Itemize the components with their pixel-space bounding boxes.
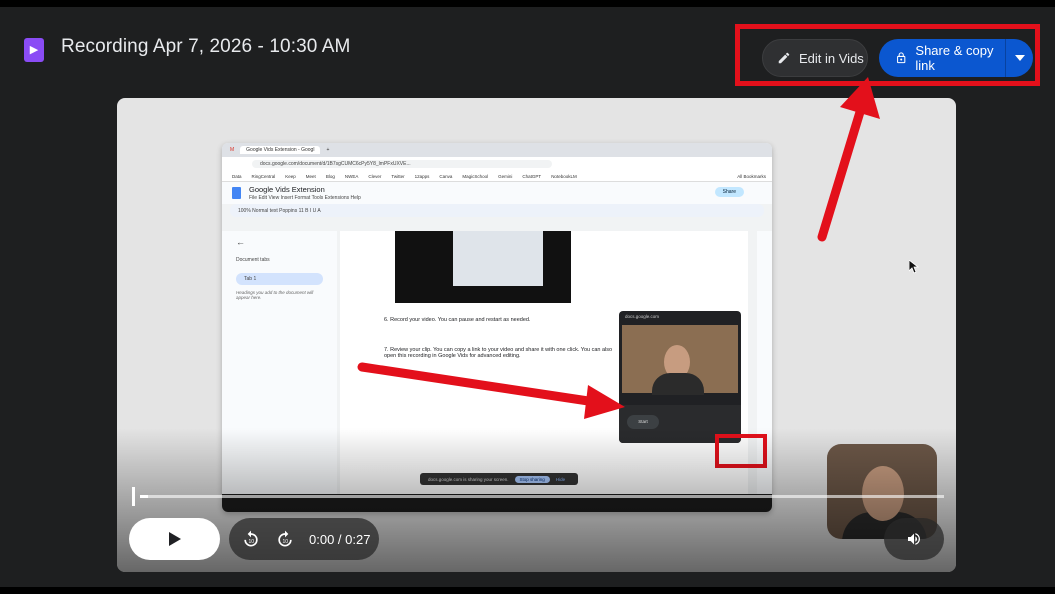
app-frame: ▶ Recording Apr 7, 2026 - 10:30 AM Edit … [0, 0, 1055, 587]
annotation-overlay [357, 77, 880, 419]
arrow-to-share-icon [817, 77, 880, 242]
arrow-to-start-icon [357, 362, 625, 419]
